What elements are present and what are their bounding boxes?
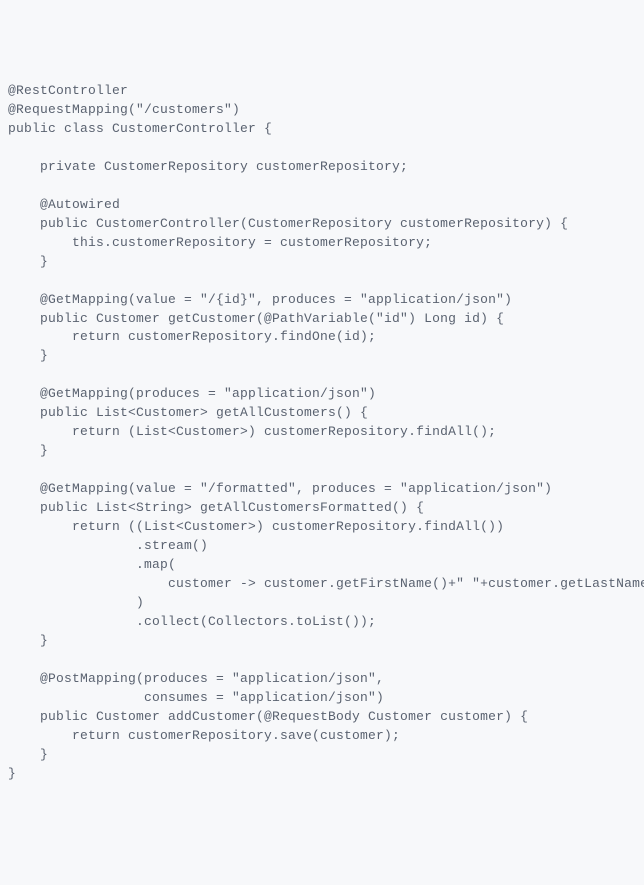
code-snippet: @RestController @RequestMapping("/custom…: [8, 82, 636, 784]
